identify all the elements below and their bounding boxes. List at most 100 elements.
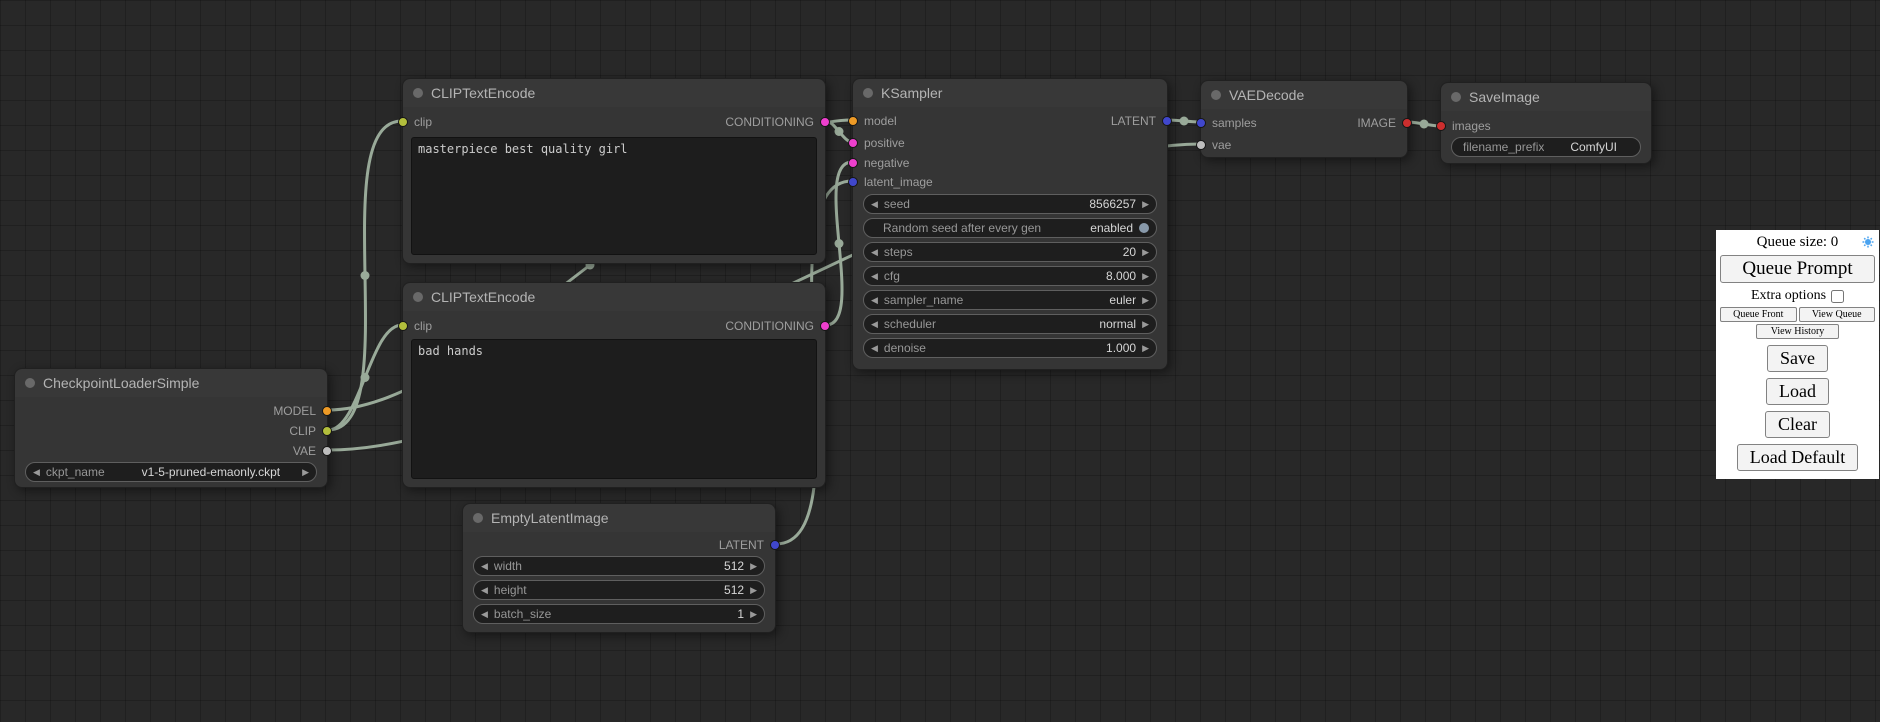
output-slot-model[interactable]: MODEL — [273, 404, 332, 418]
clip-connector-icon[interactable] — [322, 426, 332, 436]
widget-sampler-name[interactable]: ◀ sampler_name euler ▶ — [863, 290, 1157, 310]
increment-arrow-icon[interactable]: ▶ — [1142, 296, 1149, 305]
widget-random-seed-toggle[interactable]: Random seed after every gen enabled — [863, 218, 1157, 238]
model-connector-icon[interactable] — [848, 116, 858, 126]
input-slot-images[interactable]: images — [1436, 119, 1491, 133]
node-header[interactable]: EmptyLatentImage — [463, 504, 775, 532]
widget-denoise[interactable]: ◀ denoise 1.000 ▶ — [863, 338, 1157, 358]
clip-connector-icon[interactable] — [398, 117, 408, 127]
node-header[interactable]: CheckpointLoaderSimple — [15, 369, 327, 397]
collapse-dot-icon[interactable] — [1211, 90, 1221, 100]
vae-connector-icon[interactable] — [322, 446, 332, 456]
latent-connector-icon[interactable] — [770, 540, 780, 550]
increment-arrow-icon[interactable]: ▶ — [750, 610, 757, 619]
increment-arrow-icon[interactable]: ▶ — [1142, 200, 1149, 209]
node-checkpointloadersimple[interactable]: CheckpointLoaderSimple MODEL CLIP VAE ◀ … — [14, 368, 328, 488]
decrement-arrow-icon[interactable]: ◀ — [871, 272, 878, 281]
queue-prompt-button[interactable]: Queue Prompt — [1720, 255, 1875, 283]
node-header[interactable]: CLIPTextEncode — [403, 79, 825, 107]
node-header[interactable]: VAEDecode — [1201, 81, 1407, 109]
input-slot-vae[interactable]: vae — [1196, 138, 1231, 152]
widget-steps[interactable]: ◀ steps 20 ▶ — [863, 242, 1157, 262]
increment-arrow-icon[interactable]: ▶ — [1142, 320, 1149, 329]
latent-connector-icon[interactable] — [1196, 118, 1206, 128]
view-history-button[interactable]: View History — [1756, 324, 1840, 339]
view-queue-button[interactable]: View Queue — [1799, 307, 1876, 322]
widget-batch-size[interactable]: ◀ batch_size 1 ▶ — [473, 604, 765, 624]
queue-front-button[interactable]: Queue Front — [1720, 307, 1797, 322]
prompt-text-input[interactable]: masterpiece best quality girl — [411, 137, 817, 255]
output-slot-image[interactable]: IMAGE — [1357, 116, 1412, 130]
node-vaedecode[interactable]: VAEDecode samples vae IMAGE — [1200, 80, 1408, 158]
output-slot-latent[interactable]: LATENT — [719, 538, 780, 552]
collapse-dot-icon[interactable] — [863, 88, 873, 98]
output-slot-clip[interactable]: CLIP — [289, 424, 332, 438]
decrement-arrow-icon[interactable]: ◀ — [871, 344, 878, 353]
output-slot-latent[interactable]: LATENT — [1111, 114, 1172, 128]
output-slot-conditioning[interactable]: CONDITIONING — [725, 115, 830, 129]
increment-arrow-icon[interactable]: ▶ — [302, 468, 309, 477]
input-slot-clip[interactable]: clip — [398, 319, 432, 333]
decrement-arrow-icon[interactable]: ◀ — [33, 468, 40, 477]
widget-filename-prefix[interactable]: filename_prefix ComfyUI — [1451, 137, 1641, 157]
collapse-dot-icon[interactable] — [1451, 92, 1461, 102]
widget-scheduler[interactable]: ◀ scheduler normal ▶ — [863, 314, 1157, 334]
collapse-dot-icon[interactable] — [473, 513, 483, 523]
decrement-arrow-icon[interactable]: ◀ — [481, 610, 488, 619]
widget-height[interactable]: ◀ height 512 ▶ — [473, 580, 765, 600]
node-ksampler[interactable]: KSampler model positive negative latent_… — [852, 78, 1168, 370]
input-slot-clip[interactable]: clip — [398, 115, 432, 129]
image-connector-icon[interactable] — [1402, 118, 1412, 128]
latent-connector-icon[interactable] — [848, 177, 858, 187]
increment-arrow-icon[interactable]: ▶ — [1142, 248, 1149, 257]
collapse-dot-icon[interactable] — [25, 378, 35, 388]
vae-connector-icon[interactable] — [1196, 140, 1206, 150]
widget-ckpt-name[interactable]: ◀ ckpt_name v1-5-pruned-emaonly.ckpt ▶ — [25, 462, 317, 482]
increment-arrow-icon[interactable]: ▶ — [750, 562, 757, 571]
node-cliptextencode-negative[interactable]: CLIPTextEncode clip CONDITIONING bad han… — [402, 282, 826, 488]
increment-arrow-icon[interactable]: ▶ — [1142, 272, 1149, 281]
conditioning-connector-icon[interactable] — [820, 321, 830, 331]
decrement-arrow-icon[interactable]: ◀ — [871, 200, 878, 209]
widget-width[interactable]: ◀ width 512 ▶ — [473, 556, 765, 576]
node-cliptextencode-positive[interactable]: CLIPTextEncode clip CONDITIONING masterp… — [402, 78, 826, 264]
input-slot-positive[interactable]: positive — [848, 136, 905, 150]
conditioning-connector-icon[interactable] — [820, 117, 830, 127]
decrement-arrow-icon[interactable]: ◀ — [871, 296, 878, 305]
load-button[interactable]: Load — [1766, 378, 1829, 405]
input-slot-samples[interactable]: samples — [1196, 116, 1257, 130]
decrement-arrow-icon[interactable]: ◀ — [481, 562, 488, 571]
load-default-button[interactable]: Load Default — [1737, 444, 1858, 471]
model-connector-icon[interactable] — [322, 406, 332, 416]
node-header[interactable]: SaveImage — [1441, 83, 1651, 111]
node-emptylatentimage[interactable]: EmptyLatentImage LATENT ◀ width 512 ▶ ◀ … — [462, 503, 776, 633]
increment-arrow-icon[interactable]: ▶ — [750, 586, 757, 595]
decrement-arrow-icon[interactable]: ◀ — [871, 248, 878, 257]
node-saveimage[interactable]: SaveImage images filename_prefix ComfyUI — [1440, 82, 1652, 164]
collapse-dot-icon[interactable] — [413, 292, 423, 302]
widget-cfg[interactable]: ◀ cfg 8.000 ▶ — [863, 266, 1157, 286]
image-connector-icon[interactable] — [1436, 121, 1446, 131]
clip-connector-icon[interactable] — [398, 321, 408, 331]
input-slot-model[interactable]: model — [848, 114, 897, 128]
input-slot-negative[interactable]: negative — [848, 156, 909, 170]
output-slot-conditioning[interactable]: CONDITIONING — [725, 319, 830, 333]
gear-icon[interactable] — [1862, 235, 1874, 253]
node-header[interactable]: CLIPTextEncode — [403, 283, 825, 311]
decrement-arrow-icon[interactable]: ◀ — [481, 586, 488, 595]
input-slot-latent-image[interactable]: latent_image — [848, 175, 933, 189]
increment-arrow-icon[interactable]: ▶ — [1142, 344, 1149, 353]
extra-options-checkbox[interactable] — [1831, 290, 1844, 303]
output-slot-vae[interactable]: VAE — [293, 444, 332, 458]
latent-connector-icon[interactable] — [1162, 116, 1172, 126]
toggle-on-icon[interactable] — [1139, 223, 1149, 233]
collapse-dot-icon[interactable] — [413, 88, 423, 98]
conditioning-connector-icon[interactable] — [848, 158, 858, 168]
clear-button[interactable]: Clear — [1765, 411, 1830, 438]
prompt-text-input[interactable]: bad hands — [411, 339, 817, 479]
decrement-arrow-icon[interactable]: ◀ — [871, 320, 878, 329]
save-button[interactable]: Save — [1767, 345, 1828, 372]
widget-seed[interactable]: ◀ seed 8566257 ▶ — [863, 194, 1157, 214]
conditioning-connector-icon[interactable] — [848, 138, 858, 148]
node-header[interactable]: KSampler — [853, 79, 1167, 107]
